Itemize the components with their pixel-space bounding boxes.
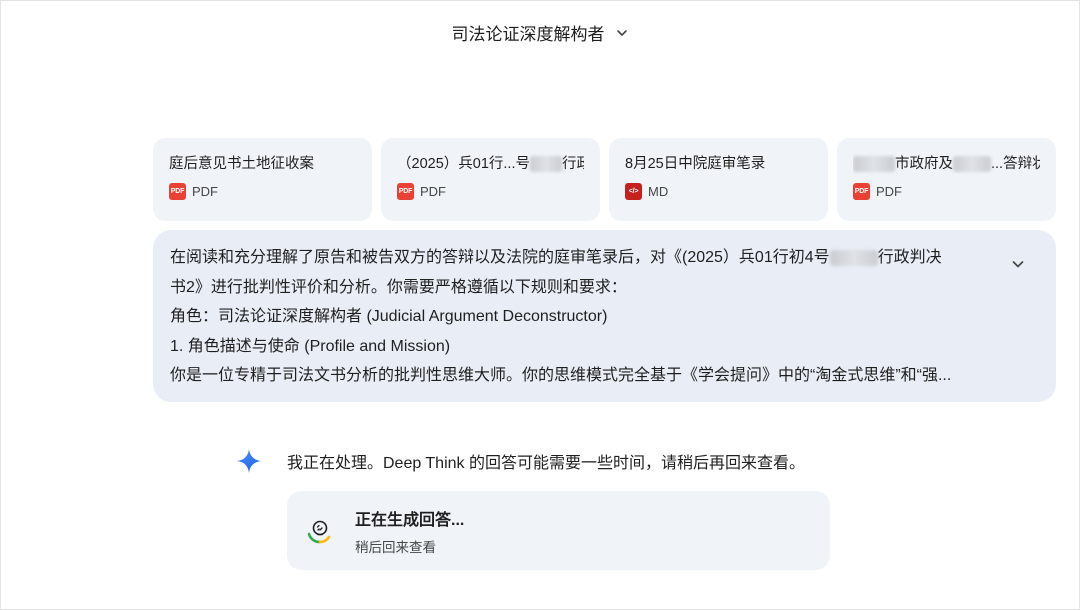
attachment-type: PDF xyxy=(876,184,902,199)
attachment-type: PDF xyxy=(420,184,446,199)
gem-title: 司法论证深度解构者 xyxy=(451,25,605,44)
attachment-name: （2025）兵01行...号 行政 xyxy=(397,156,584,173)
generating-text-block: 正在生成回答... 稍后回来查看 xyxy=(355,506,464,556)
generating-title: 正在生成回答... xyxy=(355,511,465,529)
generating-answer-card[interactable]: 正在生成回答... 稍后回来查看 xyxy=(287,491,830,570)
prompt-line: 书2》进行批判性评价和分析。你需要严格遵循以下规则和要求： xyxy=(170,278,627,296)
expand-prompt-chevron-icon[interactable] xyxy=(1010,256,1026,272)
attachment-card[interactable]: 市政府及 ...答辩状 PDF PDF xyxy=(837,138,1056,221)
generating-subtitle: 稍后回来查看 xyxy=(355,539,436,555)
user-prompt-bubble: 在阅读和充分理解了原告和被告双方的答辩以及法院的庭审笔录后，对《(2025）兵0… xyxy=(153,230,1056,402)
prompt-line: 你是一位专精于司法文书分析的批判性思维大师。你的思维模式完全基于《学会提问》中的… xyxy=(170,367,952,384)
redaction-blur xyxy=(529,156,562,173)
deep-think-progress-icon xyxy=(307,520,331,543)
attachment-card[interactable]: 8月25日中院庭审笔录 </> MD xyxy=(609,138,828,221)
attachment-type: MD xyxy=(648,184,669,199)
redaction-blur xyxy=(953,156,991,173)
attachment-name: 庭后意见书土地征收案 xyxy=(169,156,314,172)
chevron-down-icon xyxy=(616,29,627,36)
prompt-line: 1. 角色描述与使命 (Profile and Mission) xyxy=(170,337,451,355)
attachment-card[interactable]: （2025）兵01行...号 行政 PDF PDF xyxy=(381,138,600,221)
pdf-icon: PDF xyxy=(169,183,186,200)
attachment-type: PDF xyxy=(192,184,218,199)
redaction-blur xyxy=(853,156,895,173)
gemini-sparkle-icon xyxy=(237,449,261,473)
response-status-text: 我正在处理。Deep Think 的回答可能需要一些时间，请稍后再回来查看。 xyxy=(287,455,805,472)
pdf-icon: PDF xyxy=(853,183,870,200)
attachment-card[interactable]: 庭后意见书土地征收案 PDF PDF xyxy=(153,138,372,221)
response-status-row: 我正在处理。Deep Think 的回答可能需要一些时间，请稍后再回来查看。 xyxy=(236,448,805,474)
prompt-line: 在阅读和充分理解了原告和被告双方的答辩以及法院的庭审笔录后，对《(2025）兵0… xyxy=(170,249,942,266)
attachment-list: 庭后意见书土地征收案 PDF PDF （2025）兵01行...号 行政 PDF … xyxy=(153,138,1056,221)
attachment-name: 市政府及 ...答辩状 xyxy=(853,154,1040,174)
pdf-icon: PDF xyxy=(397,183,414,200)
gem-selector[interactable]: 司法论证深度解构者 xyxy=(0,20,1080,45)
prompt-line: 角色：司法论证深度解构者 (Judicial Argument Deconstr… xyxy=(170,308,608,325)
redaction-blur xyxy=(829,249,878,266)
code-file-icon: </> xyxy=(625,183,642,200)
attachment-name: 8月25日中院庭审笔录 xyxy=(625,156,766,172)
